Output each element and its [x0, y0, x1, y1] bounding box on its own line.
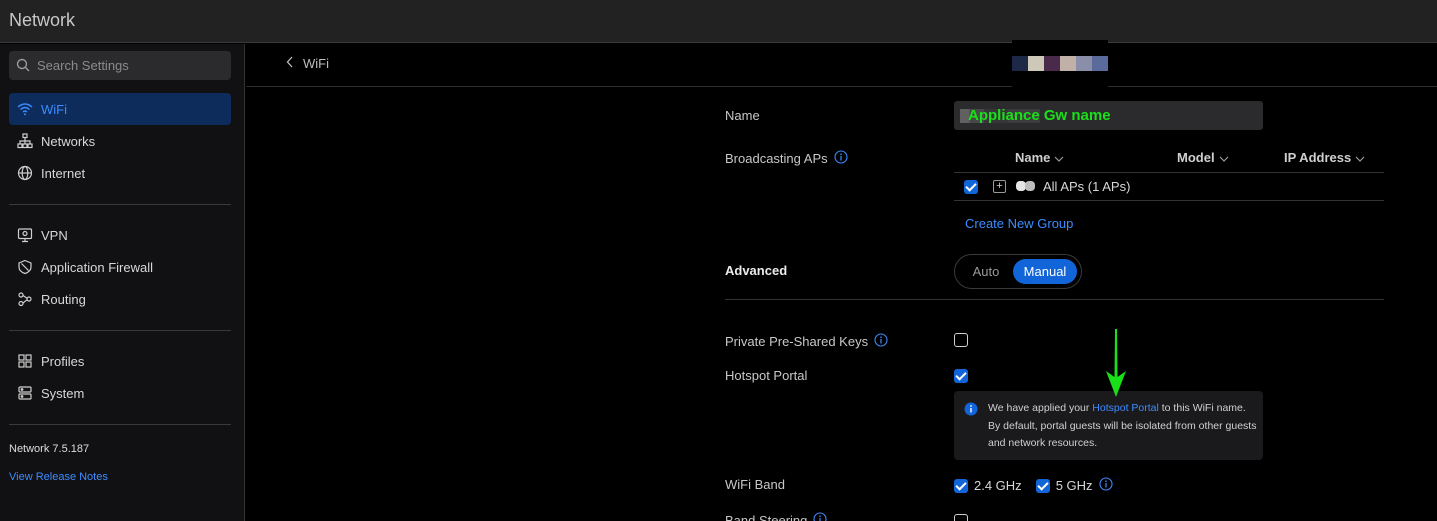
sidebar-item-routing[interactable]: Routing	[9, 283, 231, 315]
name-value: Appliance Gw name	[968, 107, 1111, 124]
app-title: Network	[9, 10, 76, 30]
release-notes-link[interactable]: View Release Notes	[9, 471, 108, 483]
sidebar-item-label: Routing	[41, 291, 86, 307]
sidebar-item-label: System	[41, 385, 85, 401]
chevron-down-icon	[1054, 150, 1064, 165]
info-icon	[964, 402, 978, 419]
sidebar-item-label: WiFi	[41, 101, 67, 117]
name-field[interactable]: Appliance Gw name	[954, 101, 1263, 130]
back-label: WiFi	[303, 56, 329, 71]
main-panel: WiFi Name Appliance Gw name Broadcasting…	[246, 40, 1437, 521]
globe-icon	[16, 164, 34, 182]
sidebar-divider	[9, 330, 231, 331]
broadcasting-aps-label: Broadcasting APs	[725, 150, 848, 167]
broadcasting-aps-table: Name Model IP Address + All APs (1 APs)	[954, 144, 1384, 201]
band-24-label: 2.4 GHz	[974, 478, 1022, 493]
advanced-toggle: Auto Manual	[954, 254, 1082, 289]
band-24-checkbox[interactable]	[954, 478, 968, 493]
all-aps-checkbox[interactable]	[964, 180, 978, 194]
sidebar-item-label: Profiles	[41, 353, 85, 369]
hotspot-info-box: We have applied your Hotspot Portal to t…	[954, 391, 1263, 460]
profiles-icon	[16, 352, 34, 370]
annotation-arrow-icon	[1106, 329, 1126, 397]
band-steering-text: Band Steering	[725, 513, 808, 521]
search-box[interactable]	[9, 51, 231, 80]
all-aps-label: All APs (1 APs)	[1043, 179, 1131, 194]
table-header: Name Model IP Address	[954, 144, 1384, 173]
access-point-icon	[1015, 179, 1037, 196]
system-icon	[16, 384, 34, 402]
chevron-left-icon	[286, 56, 294, 71]
sidebar-item-profiles[interactable]: Profiles	[9, 345, 231, 377]
sub-header: WiFi	[246, 40, 1437, 102]
ppsk-checkbox[interactable]	[954, 333, 968, 347]
sidebar-item-vpn[interactable]: VPN	[9, 219, 231, 251]
info-icon[interactable]	[1098, 477, 1113, 494]
hotspot-portal-label: Hotspot Portal	[725, 368, 808, 383]
sidebar-item-internet[interactable]: Internet	[9, 157, 231, 189]
column-name[interactable]: Name	[1015, 150, 1064, 165]
chevron-down-icon	[1219, 150, 1229, 165]
redacted-image	[1012, 40, 1108, 102]
band-5-label: 5 GHz	[1055, 478, 1093, 493]
back-button[interactable]: WiFi	[286, 56, 329, 71]
info-icon[interactable]	[874, 333, 888, 350]
vpn-icon	[16, 226, 34, 244]
sidebar-item-networks[interactable]: Networks	[9, 125, 231, 157]
info-icon[interactable]	[813, 512, 827, 521]
ppsk-label: Private Pre-Shared Keys	[725, 333, 888, 350]
wifi-band-options: 2.4 GHz 5 GHz	[954, 477, 1113, 494]
column-ip-address[interactable]: IP Address	[1284, 150, 1365, 165]
search-input[interactable]	[37, 51, 227, 80]
sidebar: WiFi Networks Internet VPN Application F…	[0, 44, 245, 521]
routing-icon	[16, 290, 34, 308]
hotspot-info-text: We have applied your Hotspot Portal to t…	[988, 402, 1257, 449]
network-topology-icon	[16, 132, 34, 150]
advanced-manual-option[interactable]: Manual	[1013, 259, 1077, 284]
ppsk-text: Private Pre-Shared Keys	[725, 334, 869, 349]
info-icon[interactable]	[834, 150, 848, 167]
shield-icon	[16, 258, 34, 276]
top-bar: Network	[0, 0, 1437, 43]
column-model[interactable]: Model	[1177, 150, 1229, 165]
sidebar-item-label: VPN	[41, 227, 68, 243]
sidebar-divider	[9, 204, 231, 205]
table-row: + All APs (1 APs)	[954, 173, 1384, 201]
sidebar-item-label: Internet	[41, 165, 86, 181]
expand-button[interactable]: +	[993, 180, 1006, 193]
version-text: Network 7.5.187	[9, 443, 90, 455]
hotspot-portal-checkbox[interactable]	[954, 369, 968, 383]
sidebar-divider	[9, 424, 231, 425]
band-5-checkbox[interactable]	[1035, 478, 1050, 493]
sidebar-item-application-firewall[interactable]: Application Firewall	[9, 251, 231, 283]
advanced-auto-option[interactable]: Auto	[959, 259, 1013, 284]
section-divider	[725, 299, 1384, 300]
sidebar-item-wifi[interactable]: WiFi	[9, 93, 231, 125]
sidebar-item-label: Networks	[41, 133, 96, 149]
broadcasting-aps-text: Broadcasting APs	[725, 151, 828, 166]
hotspot-portal-link[interactable]: Hotspot Portal	[1092, 402, 1159, 414]
name-label: Name	[725, 108, 760, 123]
chevron-down-icon	[1355, 150, 1365, 165]
search-icon	[16, 58, 30, 75]
wifi-band-label: WiFi Band	[725, 477, 785, 492]
wifi-icon	[16, 100, 34, 118]
band-steering-checkbox[interactable]	[954, 514, 968, 521]
band-steering-label: Band Steering	[725, 512, 827, 521]
sidebar-item-system[interactable]: System	[9, 377, 231, 409]
create-new-group-link[interactable]: Create New Group	[965, 216, 1073, 231]
sidebar-item-label: Application Firewall	[41, 259, 153, 275]
advanced-label: Advanced	[725, 263, 788, 278]
